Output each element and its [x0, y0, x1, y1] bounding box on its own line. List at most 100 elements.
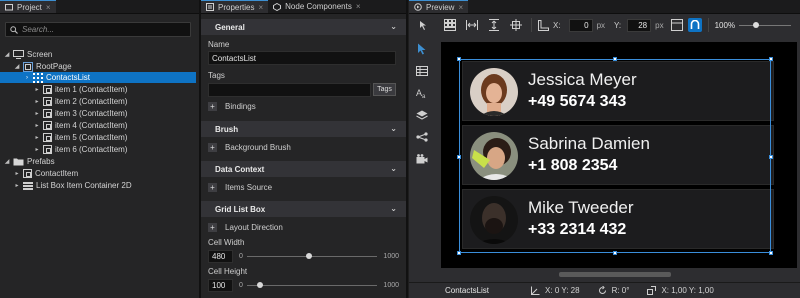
resize-handle[interactable] [769, 251, 773, 255]
tags-button[interactable]: Tags [373, 83, 396, 96]
expand-icon[interactable]: ▸ [34, 122, 40, 129]
zoom-level[interactable]: 100% [715, 21, 735, 30]
cell-height-input[interactable]: 100 [208, 279, 233, 292]
tree-item-label: List Box Item Container 2D [36, 181, 132, 190]
resize-handle[interactable] [769, 57, 773, 61]
tree-item-contactslist[interactable]: › ContactsList [0, 72, 196, 83]
tab-project[interactable]: Project × [0, 0, 56, 13]
table-icon[interactable] [415, 64, 429, 78]
resize-handle[interactable] [457, 251, 461, 255]
layers-icon[interactable] [415, 108, 429, 122]
pointer-icon[interactable] [415, 42, 429, 56]
node-icon [43, 109, 52, 118]
resize-handle[interactable] [457, 155, 461, 159]
tab-properties[interactable]: Properties × [201, 0, 269, 13]
plus-icon[interactable]: + [208, 183, 217, 192]
preview-canvas[interactable]: Jessica Meyer +49 5674 343 Sabrina Damie… [441, 42, 797, 268]
snap-magnet-icon[interactable] [687, 18, 702, 32]
bindings-row[interactable]: + Bindings [208, 102, 256, 111]
layout-direction-label: Layout Direction [225, 223, 283, 232]
fit-height-icon[interactable] [487, 18, 501, 32]
expand-icon[interactable]: ▸ [14, 182, 20, 189]
tab-properties-label: Properties [218, 2, 255, 12]
tags-field[interactable] [208, 83, 371, 97]
tree-item-contactitem[interactable]: ▸ ContactItem [14, 168, 78, 179]
panel-splitter[interactable] [406, 0, 408, 298]
preview-icon [414, 3, 422, 11]
align-icon[interactable] [670, 18, 684, 32]
select-hierarchy-icon[interactable] [417, 18, 431, 32]
y-label: Y: [614, 20, 622, 30]
cell-width-slider[interactable]: 0 1000 [239, 250, 399, 262]
share-icon[interactable] [415, 130, 429, 144]
project-search[interactable] [5, 22, 191, 37]
slider-thumb[interactable] [257, 282, 263, 288]
preview-tool-sidebar: Aa [409, 36, 435, 282]
tree-item-label: item 6 (ContactItem) [55, 145, 128, 154]
plus-icon[interactable]: + [208, 143, 217, 152]
search-icon [10, 25, 18, 34]
close-icon[interactable]: × [258, 3, 263, 12]
expand-icon[interactable]: ◢ [14, 63, 20, 70]
tree-item-item5[interactable]: ▸ item 5 (ContactItem) [34, 132, 127, 143]
x-position-input[interactable]: 0 [568, 18, 593, 32]
expand-icon[interactable]: ▸ [34, 98, 40, 105]
close-icon[interactable]: × [356, 2, 361, 11]
expand-icon[interactable]: ◢ [4, 51, 10, 58]
expand-icon[interactable]: ▸ [34, 146, 40, 153]
slider-thumb[interactable] [753, 22, 760, 28]
tab-preview[interactable]: Preview × [409, 0, 469, 13]
tree-item-item3[interactable]: ▸ item 3 (ContactItem) [34, 108, 127, 119]
expand-icon[interactable]: ◢ [4, 158, 10, 165]
expand-icon[interactable]: ▸ [34, 134, 40, 141]
collapse-icon[interactable]: › [24, 75, 30, 81]
tree-item-prefabs[interactable]: ◢ Prefabs [4, 156, 55, 167]
tree-item-list-box-item-container[interactable]: ▸ List Box Item Container 2D [14, 180, 132, 191]
tree-item-item1[interactable]: ▸ item 1 (ContactItem) [34, 84, 127, 95]
section-brush[interactable]: Brush ⌄ [201, 121, 406, 137]
layout-direction-row[interactable]: + Layout Direction [208, 223, 283, 232]
selection-box[interactable] [457, 57, 773, 255]
tree-item-item2[interactable]: ▸ item 2 (ContactItem) [34, 96, 127, 107]
text-style-icon[interactable]: Aa [415, 86, 429, 100]
close-icon[interactable]: × [46, 3, 51, 12]
items-source-row[interactable]: + Items Source [208, 183, 272, 192]
name-field[interactable]: ContactsList [208, 51, 396, 65]
search-input[interactable] [22, 25, 182, 34]
camera-icon[interactable] [415, 152, 429, 166]
cell-height-slider[interactable]: 0 1000 [239, 279, 399, 291]
resize-handle[interactable] [613, 57, 617, 61]
slider-track[interactable] [247, 256, 377, 257]
tree-item-item6[interactable]: ▸ item 6 (ContactItem) [34, 144, 127, 155]
section-grid-list-box[interactable]: Grid List Box ⌄ [201, 201, 406, 217]
slider-track[interactable] [247, 285, 377, 286]
resize-handle[interactable] [457, 57, 461, 61]
resize-handle[interactable] [769, 155, 773, 159]
expand-icon[interactable]: ▸ [34, 86, 40, 93]
horizontal-scrollbar[interactable] [559, 272, 671, 277]
section-general[interactable]: General ⌄ [201, 19, 406, 35]
ruler-icon[interactable] [536, 18, 550, 32]
slider-thumb[interactable] [306, 253, 313, 259]
section-data-context[interactable]: Data Context ⌄ [201, 161, 406, 177]
status-bar: ContactsList X: 0 Y: 28 R: 0° X: 1,00 Y:… [409, 282, 800, 298]
tree-item-item4[interactable]: ▸ item 4 (ContactItem) [34, 120, 127, 131]
tab-node-components[interactable]: Node Components × [268, 0, 365, 13]
close-icon[interactable]: × [458, 3, 463, 12]
resize-handle[interactable] [613, 251, 617, 255]
slider-track[interactable] [739, 25, 792, 26]
chevron-down-icon: ⌄ [390, 124, 397, 133]
plus-icon[interactable]: + [208, 102, 217, 111]
tree-item-rootpage[interactable]: ◢ RootPage [14, 61, 199, 72]
fit-screen-icon[interactable] [509, 18, 523, 32]
expand-icon[interactable]: ▸ [34, 110, 40, 117]
zoom-slider[interactable] [739, 20, 792, 30]
fit-width-icon[interactable] [465, 18, 479, 32]
expand-icon[interactable]: ▸ [14, 170, 20, 177]
grid-layout-icon[interactable] [443, 18, 457, 32]
tree-item-screen[interactable]: ◢ Screen [4, 49, 199, 60]
plus-icon[interactable]: + [208, 223, 217, 232]
cell-width-input[interactable]: 480 [208, 250, 233, 263]
background-brush-row[interactable]: + Background Brush [208, 143, 291, 152]
y-position-input[interactable]: 28 [627, 18, 652, 32]
